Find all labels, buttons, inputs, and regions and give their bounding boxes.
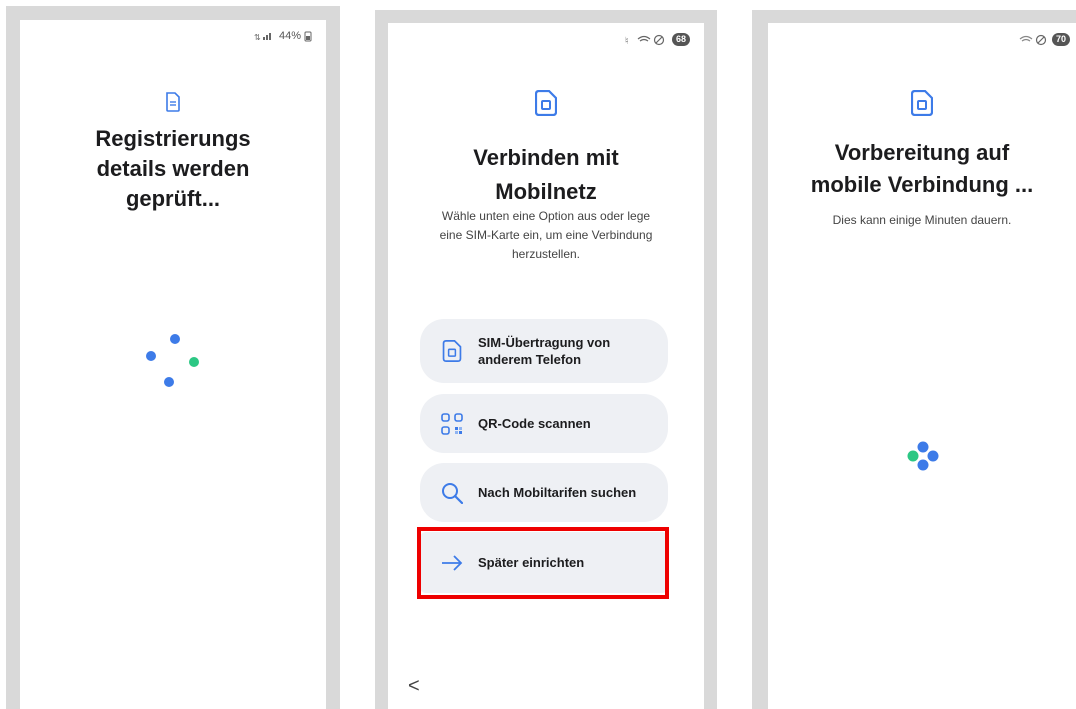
sim-transfer-option[interactable]: SIM-Übertragung von anderem Telefon	[420, 319, 668, 383]
title-line: geprüft...	[125, 186, 221, 211]
search-plans-option[interactable]: Nach Mobiltarifen suchen	[420, 463, 668, 522]
svg-text:♮: ♮	[625, 36, 629, 46]
qr-code-scan-option[interactable]: QR-Code scannen	[420, 394, 668, 453]
registration-check-screen: ⇅ 44% Registrierungs details werden gepr…	[20, 20, 326, 709]
status-icons: ♮	[625, 34, 665, 46]
phone-frame-3: 70 Vorbereitung auf mobile Verbindung ..…	[752, 10, 1076, 709]
status-bar: ⇅ 44%	[254, 30, 312, 42]
battery-icon	[304, 31, 312, 41]
loading-spinner	[146, 334, 199, 387]
option-label-line: anderem Telefon	[478, 352, 582, 367]
page-title: Verbinden mit Mobilnetz	[388, 141, 704, 209]
highlight-box	[417, 527, 669, 599]
battery-badge: 70	[1051, 33, 1070, 46]
back-button[interactable]: <	[408, 675, 420, 698]
status-icons	[1019, 34, 1047, 45]
title-line: Vorbereitung auf	[834, 140, 1010, 165]
signal-icon: ⇅	[254, 33, 271, 41]
battery-percent: 44%	[278, 30, 301, 42]
preparing-connection-screen: 70 Vorbereitung auf mobile Verbindung ..…	[768, 23, 1076, 709]
title-line: mobile Verbindung ...	[810, 172, 1034, 197]
option-label: QR-Code scannen	[478, 416, 591, 431]
title-line: Registrierungs	[95, 126, 251, 151]
phone-frame-1: ⇅ 44% Registrierungs details werden gepr…	[6, 6, 340, 709]
search-icon	[440, 481, 464, 505]
subtitle-line: Wähle unten eine Option aus oder lege	[441, 209, 651, 223]
title-line: details werden	[96, 156, 250, 181]
title-line: Verbinden mit	[473, 145, 619, 170]
page-subtitle: Wähle unten eine Option aus oder lege ei…	[408, 207, 684, 264]
page-title: Registrierungs details werden geprüft...	[20, 124, 326, 214]
sim-card-icon	[535, 90, 557, 116]
phone-frame-2: ♮ 68 Verbinden mit Mobilnetz Wähle unten…	[375, 10, 717, 709]
status-bar: ♮ 68	[625, 33, 690, 46]
subtitle-line: eine SIM-Karte ein, um eine Verbindung	[439, 228, 653, 242]
sim-card-icon	[440, 339, 464, 363]
connect-mobile-network-screen: ♮ 68 Verbinden mit Mobilnetz Wähle unten…	[388, 23, 704, 709]
page-subtitle: Dies kann einige Minuten dauern.	[832, 213, 1012, 227]
svg-text:⇅: ⇅	[254, 33, 261, 41]
status-bar: 70	[1019, 33, 1070, 46]
page-title: Vorbereitung auf mobile Verbindung ...	[768, 137, 1076, 201]
option-label: Nach Mobiltarifen suchen	[478, 485, 637, 500]
option-label: SIM-Übertragung von anderem Telefon	[478, 334, 610, 368]
loading-spinner	[907, 441, 939, 471]
option-label-line: SIM-Übertragung von	[478, 335, 611, 350]
qr-code-icon	[440, 412, 464, 436]
document-icon	[166, 92, 180, 112]
sim-card-icon	[911, 90, 933, 116]
battery-badge: 68	[671, 33, 690, 46]
title-line: Mobilnetz	[495, 179, 597, 204]
subtitle-line: herzustellen.	[511, 247, 581, 261]
